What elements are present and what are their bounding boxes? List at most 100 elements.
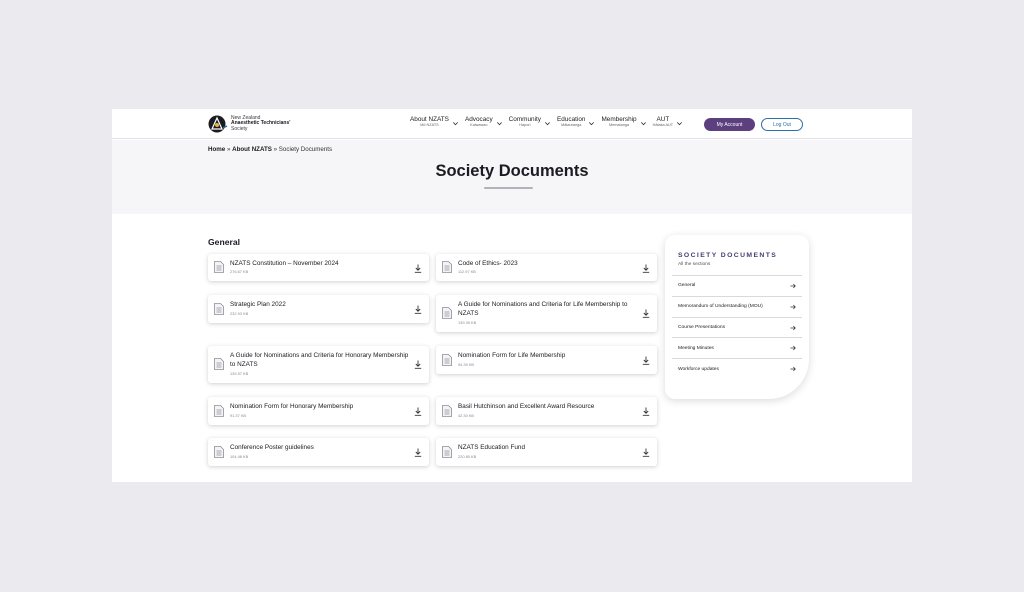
- download-icon[interactable]: [414, 305, 422, 314]
- download-icon[interactable]: [642, 407, 650, 416]
- document-card[interactable]: A Guide for Nominations and Criteria for…: [208, 346, 429, 383]
- document-icon: [442, 405, 452, 417]
- document-card[interactable]: Nomination Form for Honorary Membership …: [208, 397, 429, 425]
- sidebar-item-label: Course Presentations: [678, 324, 726, 330]
- download-icon[interactable]: [642, 356, 650, 365]
- chevron-down-icon: [640, 122, 646, 126]
- download-icon[interactable]: [642, 264, 650, 273]
- document-title: Code of Ethics- 2023: [458, 260, 518, 267]
- arrow-right-icon: [790, 366, 796, 372]
- breadcrumb-separator: »: [273, 146, 278, 153]
- arrow-right-icon: [790, 325, 796, 330]
- sidebar-item-course-presentations[interactable]: Course Presentations: [672, 318, 802, 339]
- nav-sublabel: Hātaka AUT: [652, 123, 674, 127]
- chevron-down-icon: [496, 122, 502, 126]
- page-hero: Home » About NZATS » Society Documents S…: [112, 140, 912, 214]
- chevron-down-icon: [545, 122, 550, 126]
- document-card[interactable]: Code of Ethics- 2023 112.97 KB: [436, 254, 657, 281]
- main-nav: About NZATS Mō NZATS Advocacy Kaiwawao C…: [410, 116, 689, 132]
- document-icon: [214, 446, 224, 458]
- download-icon[interactable]: [414, 407, 422, 416]
- site-logo[interactable]: New Zealand Anaesthetic Technicians' Soc…: [208, 114, 308, 134]
- nav-item-advocacy[interactable]: Advocacy Kaiwawao: [465, 116, 503, 128]
- sidebar-item-general[interactable]: General: [672, 276, 802, 297]
- breadcrumb-about-link[interactable]: About NZATS: [232, 146, 272, 153]
- sidebar-item-meeting-minutes[interactable]: Meeting Minutes: [672, 338, 802, 360]
- document-title: NZATS Constitution – November 2024: [230, 260, 339, 267]
- document-title: A Guide for Nominations and Criteria for…: [230, 352, 409, 368]
- document-title: Nomination Form for Honorary Membership: [230, 403, 354, 410]
- sidebar-list: General Memorandum of Understanding (MOU…: [672, 275, 802, 380]
- nav-item-community[interactable]: Community Hapori: [509, 116, 551, 128]
- document-title: Nomination Form for Life Membership: [458, 352, 566, 359]
- document-card[interactable]: Basil Hutchinson and Excellent Award Res…: [436, 397, 657, 425]
- document-card[interactable]: Strategic Plan 2022 232.93 KB: [208, 295, 429, 323]
- nav-sublabel: Mō NZATS: [420, 123, 439, 127]
- document-card[interactable]: A Guide for Nominations and Criteria for…: [436, 295, 657, 332]
- download-icon[interactable]: [414, 264, 422, 273]
- document-icon: [214, 303, 224, 315]
- sidebar-item-label: Meeting Minutes: [678, 345, 714, 351]
- nav-label: AUT: [656, 116, 670, 123]
- sidebar-subtitle: All the sections: [678, 262, 711, 267]
- document-card[interactable]: NZATS Education Fund 220.80 KB: [436, 438, 657, 466]
- document-size: 139.57 KB: [230, 371, 249, 376]
- nav-sublabel: Mematanga: [608, 123, 630, 127]
- document-icon: [442, 307, 452, 319]
- logo-line-3: Society: [231, 125, 248, 132]
- download-icon[interactable]: [414, 448, 422, 457]
- document-icon: [442, 261, 452, 273]
- nav-item-aut[interactable]: AUT Hātaka AUT: [653, 116, 683, 128]
- document-card[interactable]: NZATS Constitution – November 2024 276.6…: [208, 254, 429, 281]
- nav-item-education[interactable]: Education Mātauranga: [557, 116, 595, 128]
- document-icon: [214, 358, 224, 370]
- download-icon[interactable]: [642, 309, 650, 318]
- title-underline: [484, 187, 533, 189]
- document-size: 139.39 KB: [458, 320, 477, 325]
- nav-item-membership[interactable]: Membership Mematanga: [601, 116, 646, 128]
- document-icon: [442, 354, 452, 366]
- document-card[interactable]: Conference Poster guidelines 104.46 KB: [208, 438, 429, 466]
- document-size: 232.93 KB: [230, 311, 249, 316]
- nav-sublabel: Hapori: [519, 123, 531, 127]
- sidebar-item-workforce-updates[interactable]: Workforce updates: [672, 359, 802, 380]
- document-icon: [214, 261, 224, 273]
- download-icon[interactable]: [642, 448, 650, 457]
- nav-label: Membership: [601, 116, 637, 123]
- log-out-button[interactable]: Log Out: [761, 118, 803, 131]
- nav-label: Education: [557, 116, 586, 123]
- section-title: General: [208, 237, 241, 247]
- document-icon: [214, 405, 224, 417]
- document-card[interactable]: Nomination Form for Life Membership 94.3…: [436, 346, 657, 374]
- document-size: 42.30 KB: [458, 413, 475, 418]
- document-size: 91.37 KB: [230, 413, 247, 418]
- document-size: 94.39 KB: [458, 362, 475, 367]
- chevron-down-icon: [677, 122, 683, 126]
- sidebar-item-label: Memorandum of Understanding (MOU): [678, 304, 763, 310]
- breadcrumb-separator: »: [226, 146, 231, 153]
- sidebar-item-label: Workforce updates: [678, 367, 719, 373]
- nav-label: Advocacy: [464, 116, 493, 123]
- nav-item-about[interactable]: About NZATS Mō NZATS: [410, 116, 459, 128]
- page-title: Society Documents: [435, 162, 589, 180]
- sections-sidebar: SOCIETY DOCUMENTS All the sections Gener…: [665, 235, 809, 399]
- breadcrumb-home-link[interactable]: Home: [208, 146, 225, 153]
- sidebar-item-mou[interactable]: Memorandum of Understanding (MOU): [672, 297, 802, 318]
- document-size: 112.97 KB: [458, 269, 476, 274]
- logo-icon: [208, 115, 228, 133]
- nav-sublabel: Mātauranga: [561, 123, 582, 127]
- document-title: Conference Poster guidelines: [230, 444, 314, 451]
- breadcrumb: Home » About NZATS » Society Documents: [208, 146, 332, 153]
- document-size: 276.67 KB: [230, 269, 249, 274]
- sidebar-title: SOCIETY DOCUMENTS: [678, 252, 778, 259]
- nav-label: Community: [508, 116, 541, 123]
- my-account-button[interactable]: My Account: [704, 118, 755, 131]
- chevron-down-icon: [452, 122, 458, 126]
- document-size: 220.80 KB: [458, 454, 477, 459]
- site-header: New Zealand Anaesthetic Technicians' Soc…: [112, 109, 912, 139]
- chevron-down-icon: [589, 122, 595, 126]
- nav-sublabel: Kaiwawao: [470, 123, 488, 127]
- page: New Zealand Anaesthetic Technicians' Soc…: [112, 109, 912, 482]
- arrow-right-icon: [790, 304, 796, 310]
- download-icon[interactable]: [414, 360, 422, 369]
